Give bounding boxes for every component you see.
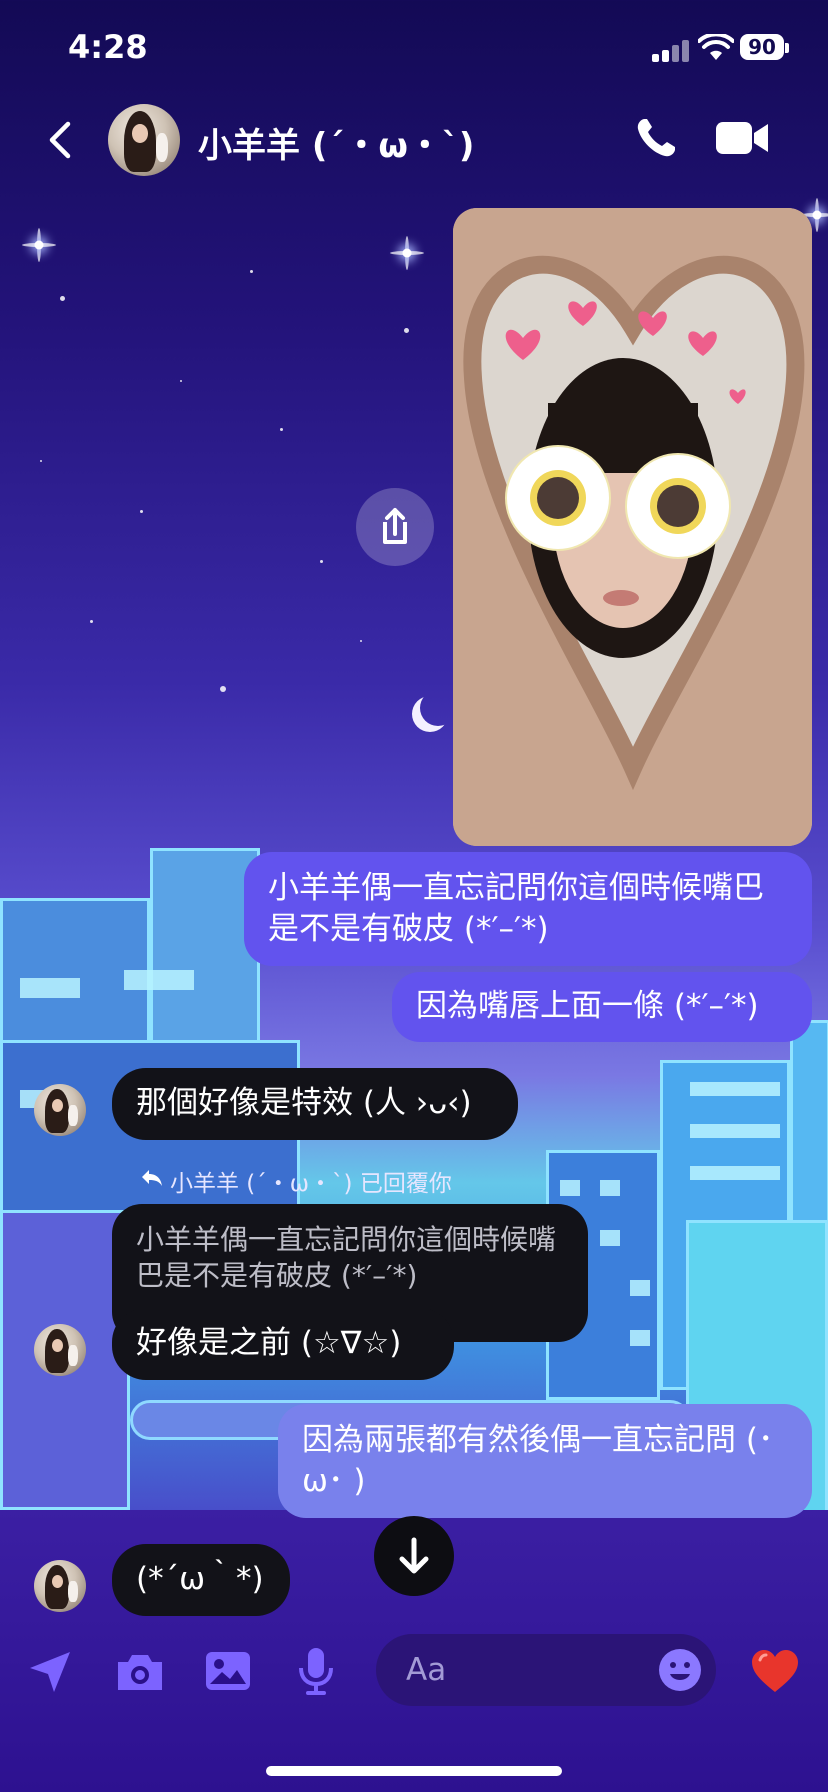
scroll-down-button[interactable]	[374, 1516, 454, 1596]
signal-icon	[652, 40, 690, 62]
phone-icon[interactable]	[634, 116, 678, 164]
avatar[interactable]	[34, 1560, 86, 1612]
reply-notice: 小羊羊 (´・ω・`) 已回覆你	[170, 1171, 452, 1197]
message-input-placeholder: Aa	[406, 1652, 447, 1688]
sent-message[interactable]: 因為嘴唇上面一條 (*′–′*)	[392, 972, 812, 1042]
status-time: 4:28	[68, 28, 148, 66]
home-indicator	[266, 1766, 562, 1776]
sent-message[interactable]: 因為兩張都有然後偶一直忘記問 (･ω･ )	[278, 1404, 812, 1518]
photo-message[interactable]	[453, 208, 812, 846]
avatar[interactable]	[34, 1084, 86, 1136]
share-icon[interactable]	[356, 488, 434, 566]
video-camera-icon[interactable]	[716, 120, 770, 160]
avatar[interactable]	[34, 1324, 86, 1376]
received-message[interactable]: 那個好像是特效 (人 ›ᴗ‹)	[112, 1068, 518, 1140]
battery-indicator: 90	[740, 34, 789, 60]
wifi-icon	[697, 32, 735, 66]
camera-icon[interactable]	[114, 1650, 166, 1698]
reply-icon	[140, 1168, 164, 1192]
contact-name[interactable]: 小羊羊 (´・ω・`)	[198, 118, 474, 167]
microphone-icon[interactable]	[296, 1646, 336, 1700]
received-message[interactable]: (*´ω｀*)	[112, 1544, 290, 1616]
arrow-down-icon	[399, 1537, 429, 1574]
message-input[interactable]: Aa	[376, 1634, 716, 1706]
location-arrow-icon[interactable]	[26, 1648, 74, 1700]
chevron-left-icon[interactable]	[42, 120, 82, 160]
received-message[interactable]: 好像是之前 (☆∇☆)	[112, 1308, 454, 1380]
sent-message[interactable]: 小羊羊偶一直忘記問你這個時候嘴巴是不是有破皮 (*′–′*)	[244, 852, 812, 966]
image-icon[interactable]	[204, 1648, 252, 1698]
avatar[interactable]	[108, 104, 180, 176]
emoji-icon[interactable]	[658, 1648, 702, 1696]
heart-icon[interactable]	[750, 1648, 800, 1698]
